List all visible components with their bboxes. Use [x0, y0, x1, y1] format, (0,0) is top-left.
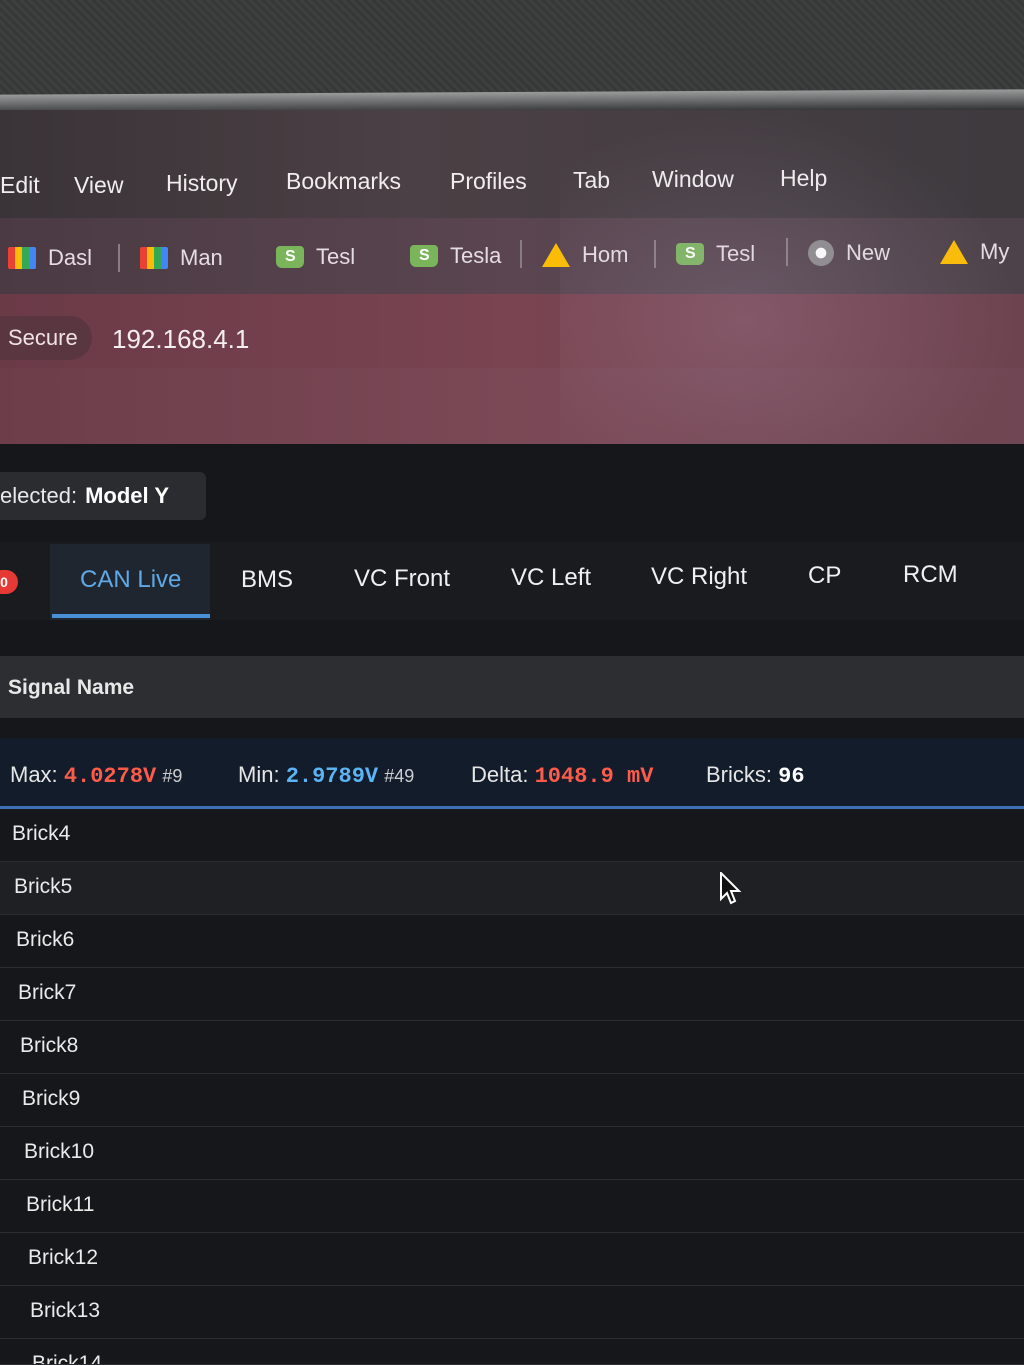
google-drive-icon — [542, 243, 570, 267]
bricks-count: 96 — [778, 764, 805, 789]
chrome-icon — [808, 240, 834, 266]
bookmark-separator — [786, 238, 788, 266]
desk-background — [0, 0, 1024, 100]
vehicle-selector[interactable]: elected: Model Y — [0, 472, 206, 520]
bookmark-item[interactable]: Tesl — [276, 241, 355, 273]
delta-value: 1048.9 mV — [534, 764, 654, 789]
bookmark-item[interactable]: Dasl — [8, 242, 92, 274]
menu-tab[interactable]: Tab — [573, 167, 610, 194]
shopify-icon — [676, 243, 704, 265]
min-value: 2.9789V — [285, 764, 379, 789]
min-index: #49 — [384, 766, 415, 786]
table-row[interactable]: Brick10 — [0, 1127, 1024, 1180]
menu-window[interactable]: Window — [652, 166, 734, 193]
menu-bar — [0, 110, 1024, 218]
column-signal-name[interactable]: Signal Name — [8, 676, 134, 700]
table-row[interactable]: Brick9 — [0, 1074, 1024, 1127]
active-tab-underline — [52, 614, 210, 618]
table-row[interactable]: Brick12 — [0, 1233, 1024, 1286]
table-row[interactable]: Brick13 — [0, 1286, 1024, 1339]
table-row[interactable]: Brick4 — [0, 809, 1024, 862]
tab-bms[interactable]: BMS — [241, 566, 293, 594]
bookmark-item[interactable]: New — [808, 237, 890, 269]
tab-cp[interactable]: CP — [808, 562, 841, 590]
table-row[interactable]: Brick7 — [0, 968, 1024, 1021]
bookmark-item[interactable]: Man — [140, 242, 223, 274]
max-stat: Max: 4.0278V #9 — [10, 762, 183, 789]
tab-can-live[interactable]: CAN Live — [80, 566, 181, 594]
table-row[interactable]: Brick14 — [0, 1339, 1024, 1365]
bookmark-item[interactable]: My — [940, 236, 1009, 268]
bookmark-item[interactable]: Tesl — [676, 238, 755, 270]
cell-stats-summary: Max: 4.0278V #9 Min: 2.9789V #49 Delta: … — [0, 738, 1024, 809]
bookmark-separator — [654, 240, 656, 268]
bricks-stat: Bricks: 96 — [706, 762, 805, 789]
max-value: 4.0278V — [63, 764, 157, 789]
table-row[interactable]: Brick5 — [0, 862, 1024, 915]
delta-stat: Delta: 1048.9 mV — [471, 762, 654, 789]
bookmark-item[interactable]: Tesla — [410, 240, 501, 272]
menu-history[interactable]: History — [166, 170, 238, 197]
url-field[interactable]: 192.168.4.1 — [112, 324, 249, 355]
google-bars-icon — [140, 247, 168, 269]
shopify-icon — [410, 245, 438, 267]
menu-edit[interactable]: Edit — [0, 172, 40, 199]
bookmark-separator — [118, 244, 120, 272]
tab-rcm[interactable]: RCM — [903, 561, 958, 589]
menu-view[interactable]: View — [74, 172, 123, 199]
menu-profiles[interactable]: Profiles — [450, 168, 527, 195]
bookmark-separator — [520, 240, 522, 268]
table-row[interactable]: Brick8 — [0, 1021, 1024, 1074]
tab-vc-left[interactable]: VC Left — [511, 564, 591, 592]
secure-indicator[interactable]: Secure — [0, 316, 92, 360]
mouse-cursor-icon — [720, 872, 742, 905]
tab-vc-front[interactable]: VC Front — [354, 565, 450, 593]
table-row[interactable]: Brick11 — [0, 1180, 1024, 1233]
tab-vc-right[interactable]: VC Right — [651, 563, 747, 591]
menu-bookmarks[interactable]: Bookmarks — [286, 168, 401, 195]
bookmark-item[interactable]: Hom — [542, 239, 628, 271]
min-stat: Min: 2.9789V #49 — [238, 762, 415, 789]
max-index: #9 — [162, 766, 183, 786]
extension-toolbar — [0, 368, 1024, 448]
menu-help[interactable]: Help — [780, 165, 827, 192]
google-bars-icon — [8, 247, 36, 269]
table-row[interactable]: Brick6 — [0, 915, 1024, 968]
shopify-icon — [276, 246, 304, 268]
google-drive-icon — [940, 240, 968, 264]
table-header: Signal Name — [0, 656, 1024, 718]
